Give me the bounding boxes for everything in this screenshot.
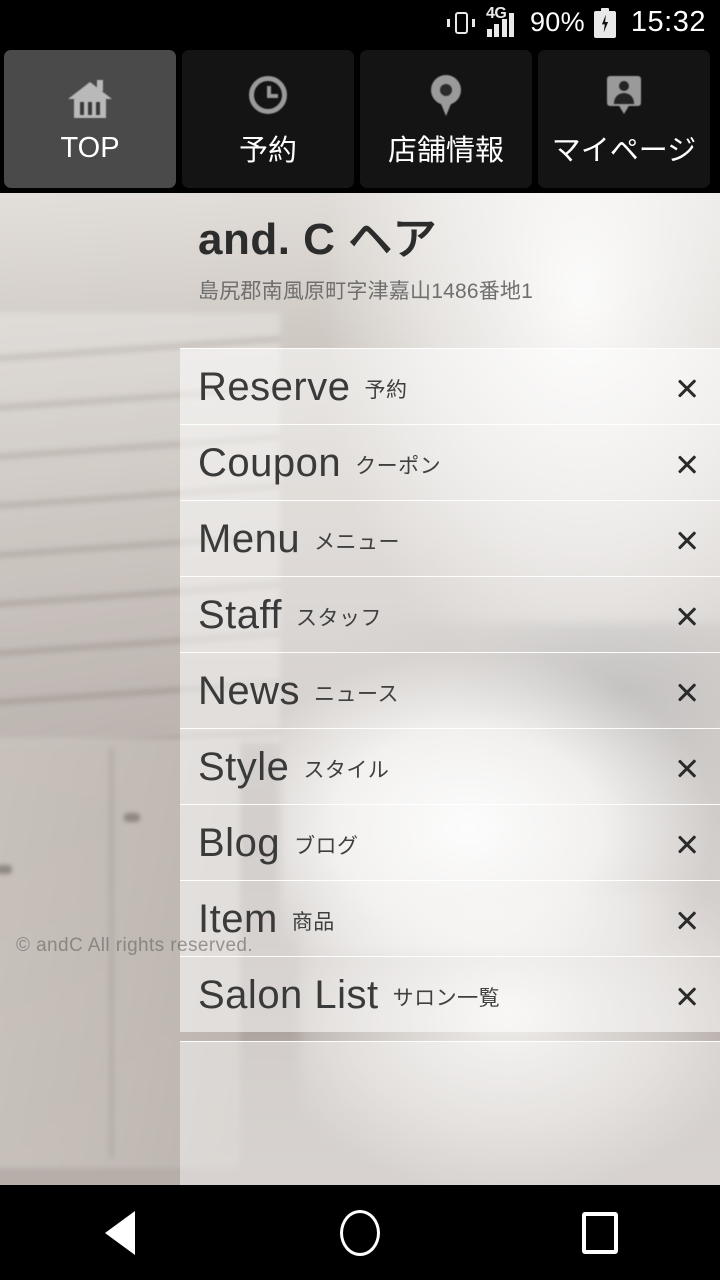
tab-shop-info[interactable]: 店舗情報 <box>360 50 532 188</box>
menu-item-label-en: Salon List <box>198 972 379 1017</box>
menu-item-label-en: Style <box>198 744 290 789</box>
footer-copyright: © andC All rights reserved. <box>16 935 254 956</box>
menu-item-label-en: Coupon <box>198 440 342 485</box>
menu-item-coupon[interactable]: Coupon クーポン <box>180 424 720 500</box>
menu-item-label-ja: クーポン <box>355 455 442 478</box>
panel-bottom-filler <box>180 1041 720 1201</box>
nav-home-button[interactable] <box>300 1185 420 1280</box>
nav-back-button[interactable] <box>60 1185 180 1280</box>
chevron-right-icon <box>676 900 698 938</box>
battery-charging-icon <box>593 7 616 38</box>
menu-item-label-en: News <box>198 668 301 713</box>
background-cabinet-knob <box>0 865 12 874</box>
menu-item-label-en: Reserve <box>198 364 351 409</box>
menu-item-salon-list[interactable]: Salon List サロン一覧 <box>180 956 720 1032</box>
chevron-right-icon <box>676 976 698 1014</box>
salon-address: 島尻郡南風原町字津嘉山1486番地1 <box>198 279 533 303</box>
menu-item-reserve[interactable]: Reserve 予約 <box>180 348 720 424</box>
menu-item-menu[interactable]: Menu メニュー <box>180 500 720 576</box>
tab-my-page-label: マイページ <box>551 135 697 167</box>
main-menu-list: Reserve 予約 Coupon クーポン Menu メニュー Staff ス… <box>180 348 720 1201</box>
back-triangle-icon <box>105 1210 135 1255</box>
menu-item-label-ja: メニュー <box>314 531 401 554</box>
menu-item-label-en: Menu <box>198 516 301 561</box>
android-nav-bar <box>0 1185 720 1280</box>
menu-item-label-en: Item <box>198 896 278 941</box>
menu-item-label-ja: サロン一覧 <box>392 987 501 1010</box>
menu-item-label-ja: ニュース <box>314 683 399 706</box>
battery-percent-label: 90% <box>529 7 585 37</box>
recents-square-icon <box>582 1211 618 1254</box>
menu-item-blog[interactable]: Blog ブログ <box>180 804 720 880</box>
chevron-right-icon <box>676 444 698 482</box>
page-title: and. C ヘア <box>198 215 438 264</box>
tab-reserve[interactable]: 予約 <box>182 50 354 188</box>
chevron-right-icon <box>676 672 698 710</box>
tab-top[interactable]: TOP <box>4 50 176 188</box>
clock-label: 15:32 <box>630 6 706 38</box>
menu-item-label-ja: スタイル <box>303 759 390 782</box>
home-icon <box>64 74 116 126</box>
tab-reserve-label: 予約 <box>238 135 297 167</box>
menu-item-label-ja: スタッフ <box>296 607 383 630</box>
menu-item-label-ja: 予約 <box>364 379 408 402</box>
menu-item-staff[interactable]: Staff スタッフ <box>180 576 720 652</box>
map-pin-icon <box>420 69 472 121</box>
clock-icon <box>242 69 294 121</box>
background-cabinet-knob <box>124 813 140 822</box>
nav-recents-button[interactable] <box>540 1185 660 1280</box>
tab-shop-info-label: 店舗情報 <box>387 135 504 167</box>
phone-screen: 4G 90% 15:32 TOP 予約 店舗情報 マイページ and. C ヘア… <box>0 0 720 1280</box>
status-bar: 4G 90% 15:32 <box>0 0 720 45</box>
menu-item-news[interactable]: News ニュース <box>180 652 720 728</box>
signal-bars-icon: 4G <box>485 5 521 38</box>
tab-my-page[interactable]: マイページ <box>538 50 710 188</box>
chevron-right-icon <box>676 824 698 862</box>
person-card-icon <box>598 69 650 121</box>
home-circle-icon <box>340 1209 380 1256</box>
chevron-right-icon <box>676 520 698 558</box>
chevron-right-icon <box>676 368 698 406</box>
chevron-right-icon <box>676 596 698 634</box>
content-panel: and. C ヘア 島尻郡南風原町字津嘉山1486番地1 Reserve 予約 … <box>180 193 720 1201</box>
menu-item-item[interactable]: Item 商品 <box>180 880 720 956</box>
menu-item-label-ja: 商品 <box>291 911 335 934</box>
menu-item-label-ja: ブログ <box>294 835 359 858</box>
tab-bar: TOP 予約 店舗情報 マイページ <box>0 45 720 193</box>
menu-item-style[interactable]: Style スタイル <box>180 728 720 804</box>
salon-header: and. C ヘア 島尻郡南風原町字津嘉山1486番地1 <box>180 193 720 309</box>
vibrate-icon <box>446 10 476 36</box>
chevron-right-icon <box>676 748 698 786</box>
tab-top-label: TOP <box>60 131 120 164</box>
menu-item-label-en: Blog <box>198 820 281 865</box>
menu-item-label-en: Staff <box>198 592 283 637</box>
